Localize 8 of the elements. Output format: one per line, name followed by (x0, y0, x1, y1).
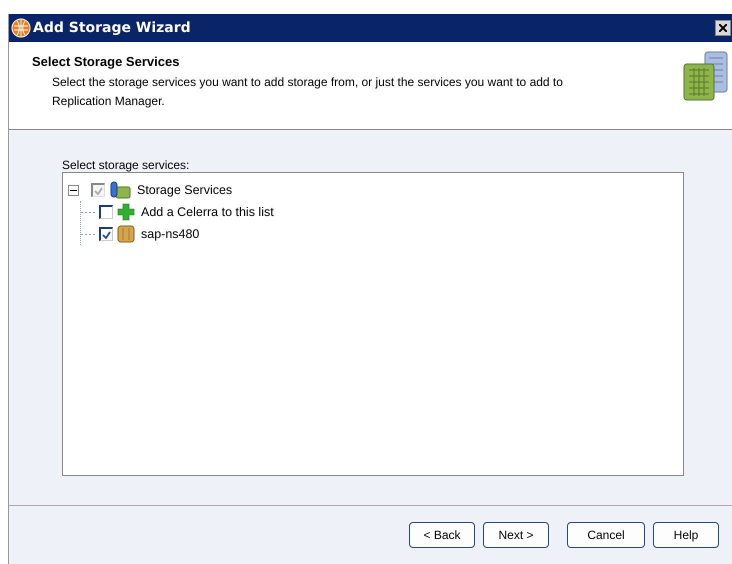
wizard-button[interactable]: Cancel (567, 522, 645, 548)
page-description: Select the storage services you want to add storage from, or just the services you want to add to Replication Manager. (52, 74, 564, 110)
tree-label: Select storage services: (62, 158, 190, 172)
wizard-button[interactable]: Help (653, 522, 719, 548)
wizard-button[interactable]: < Back (409, 522, 475, 548)
window-title: Add Storage Wizard (33, 20, 192, 36)
page-heading: Select Storage Services (32, 54, 180, 69)
wizard-button[interactable]: Next > (483, 522, 549, 548)
